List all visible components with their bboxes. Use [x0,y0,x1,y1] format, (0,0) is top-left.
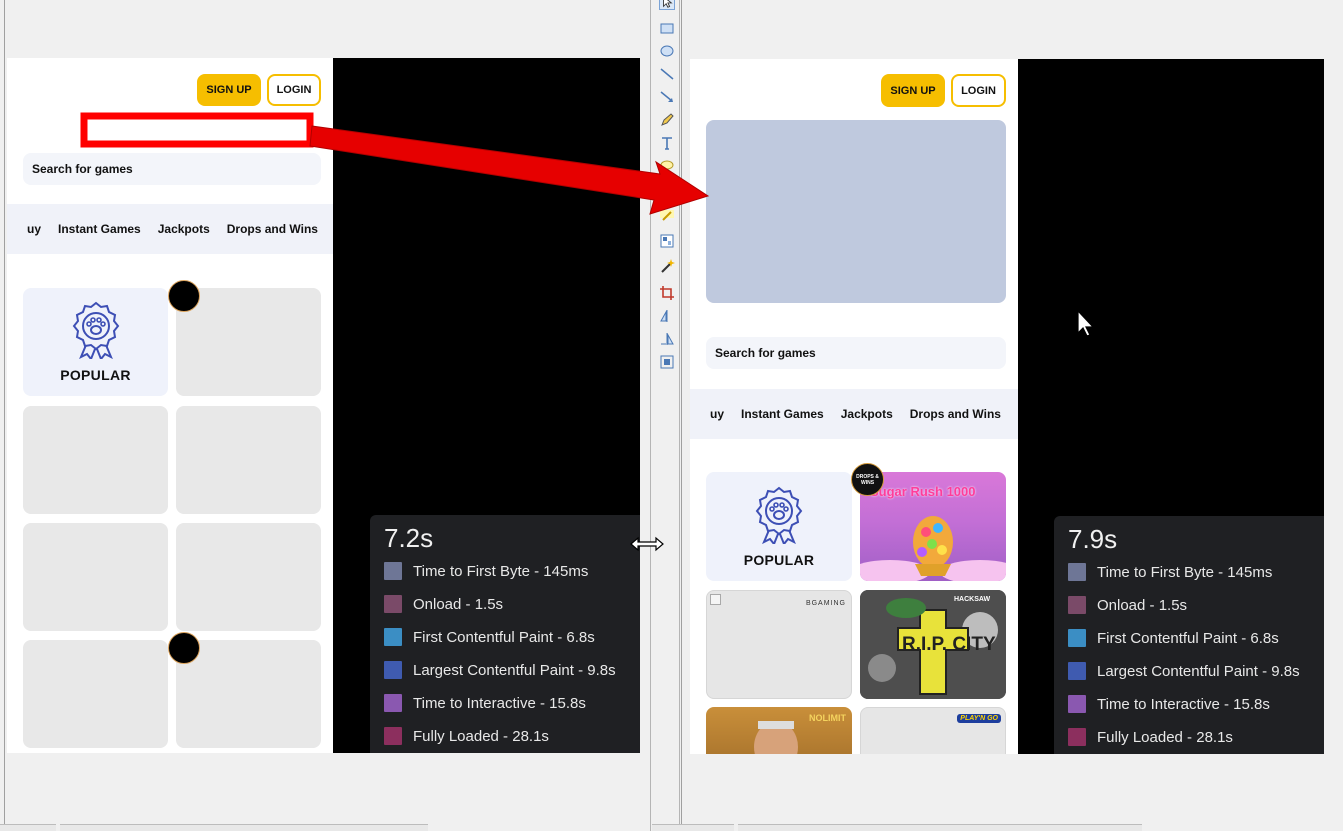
promo-banner-placeholder[interactable] [706,120,1006,303]
game-tile-playngo[interactable]: PLAY'N GO [860,707,1006,754]
game-tile-placeholder[interactable] [176,640,321,748]
game-tile-nolimit[interactable]: NOLIMIT [706,707,852,754]
metric-label: Time to First Byte - 145ms [413,562,589,580]
metric-label: Fully Loaded - 28.1s [413,727,549,745]
paw-badge-icon [755,486,803,544]
metric-row: Time to First Byte - 145ms [1068,562,1272,582]
legend-swatch [1068,695,1086,713]
magic-wand-icon[interactable] [659,258,675,274]
crop-icon[interactable] [659,285,675,301]
drops-wins-badge: DROPS & WINS [851,463,884,496]
provider-label: NOLIMIT [809,713,846,723]
right-screenshot: SIGN UP LOGIN Search for games uy Instan… [690,59,1324,754]
metric-label: Largest Contentful Paint - 9.8s [413,661,616,679]
popular-label: POPULAR [60,367,131,383]
signup-button[interactable]: SIGN UP [881,74,945,107]
search-input[interactable]: Search for games [706,337,1006,369]
provider-label: PLAY'N GO [957,714,1001,723]
perf-total-time: 7.9s [1068,524,1118,554]
status-bar-segment [652,824,734,831]
metric-row: Largest Contentful Paint - 9.8s [384,660,616,680]
metric-row: Time to Interactive - 15.8s [384,693,586,713]
game-tile-placeholder[interactable] [23,406,168,514]
metric-label: First Contentful Paint - 6.8s [1097,629,1279,647]
game-title: R.I.P. CITY [902,634,996,655]
status-bar-segment [0,824,56,831]
game-tile-placeholder[interactable] [23,640,168,748]
right-mobile-page: SIGN UP LOGIN Search for games uy Instan… [690,59,1018,754]
tab-jackpots[interactable]: Jackpots [841,407,893,421]
category-tabs: uy Instant Games Jackpots Drops and Wins [690,389,1018,439]
metric-row: Time to Interactive - 15.8s [1068,694,1270,714]
perf-metrics-panel: 7.9s Time to First Byte - 145ms Onload -… [1054,516,1324,754]
perf-total-time: 7.2s [384,523,434,553]
badge-placeholder-dot [168,280,200,312]
popular-tile[interactable]: POPULAR [706,472,852,581]
metric-row: Onload - 1.5s [384,594,503,614]
annotation-arrow[interactable] [309,125,710,215]
game-tile-placeholder[interactable] [23,523,168,631]
legend-swatch [1068,563,1086,581]
paw-badge-icon [72,301,119,359]
status-bar-segment [738,824,1142,831]
login-button[interactable]: LOGIN [951,74,1006,107]
broken-image-icon [710,594,721,605]
game-tile-placeholder[interactable] [176,406,321,514]
legend-swatch [1068,728,1086,746]
metric-label: Time to First Byte - 145ms [1097,563,1273,581]
mouse-cursor-icon [1077,310,1095,337]
metric-label: Fully Loaded - 28.1s [1097,728,1233,746]
legend-swatch [384,562,402,580]
game-tile-rip-city[interactable]: R.I.P. CITY HACKSAW [860,590,1006,699]
metric-row: Fully Loaded - 28.1s [384,726,549,746]
game-tile-sugar-rush[interactable]: Sugar Rush 1000 [860,472,1006,581]
metric-row: Fully Loaded - 28.1s [1068,727,1233,747]
legend-swatch [1068,629,1086,647]
badge-text: DROPS & WINS [856,473,879,486]
legend-swatch [384,628,402,646]
metric-row: First Contentful Paint - 6.8s [384,627,595,647]
metric-label: Time to Interactive - 15.8s [1097,695,1270,713]
perf-metrics-panel: 7.2s Time to First Byte - 145ms Onload -… [370,515,640,753]
provider-label: HACKSAW [954,596,991,603]
legend-swatch [384,727,402,745]
game-tile-bgaming[interactable]: BGAMING [706,590,852,699]
flip-icon[interactable] [659,308,675,324]
metric-row: Time to First Byte - 145ms [384,561,588,581]
metric-label: Onload - 1.5s [413,595,504,613]
screenshot-editor: SIGN UP LOGIN Search for games uy Instan… [0,0,1343,831]
mirror-icon[interactable] [659,331,675,347]
metric-label: First Contentful Paint - 6.8s [413,628,595,646]
tab-buy[interactable]: uy [710,407,724,421]
fit-icon[interactable] [659,354,675,370]
metric-row: Largest Contentful Paint - 9.8s [1068,661,1300,681]
game-title: Sugar Rush 1000 [870,484,976,499]
badge-placeholder-dot [168,632,200,664]
legend-swatch [1068,596,1086,614]
tab-instant-games[interactable]: Instant Games [741,407,824,421]
provider-label: BGAMING [805,600,846,607]
metric-row: First Contentful Paint - 6.8s [1068,628,1279,648]
legend-swatch [1068,662,1086,680]
legend-swatch [384,694,402,712]
popular-label: POPULAR [743,551,815,568]
game-tile-placeholder[interactable] [176,523,321,631]
status-bar-segment [60,824,428,831]
tab-drops-and-wins[interactable]: Drops and Wins [910,407,1001,421]
legend-swatch [384,595,402,613]
resize-horizontal-icon[interactable] [629,535,665,553]
metric-label: Onload - 1.5s [1097,596,1188,614]
metric-label: Time to Interactive - 15.8s [413,694,586,712]
metric-label: Largest Contentful Paint - 9.8s [1097,662,1300,680]
metric-row: Onload - 1.5s [1068,595,1187,615]
game-tile-placeholder[interactable] [176,288,321,396]
highlight-box[interactable] [80,112,314,148]
popular-tile[interactable]: POPULAR [23,288,168,396]
legend-swatch [384,661,402,679]
annotation-overlay [80,112,710,215]
